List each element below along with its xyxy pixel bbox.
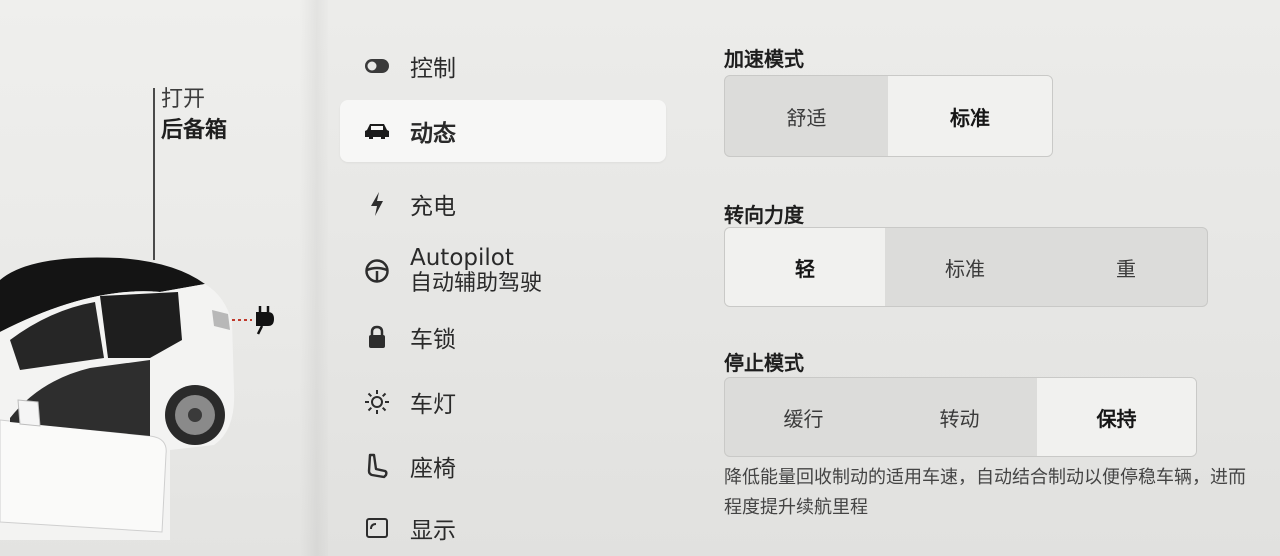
steering-option-heavy[interactable]: 重 (1045, 228, 1207, 306)
stopping-option-roll[interactable]: 转动 (882, 378, 1037, 456)
car-visualization-panel: 打开 后备箱 (0, 0, 328, 556)
nav-label-dynamics: 动态 (410, 121, 456, 147)
nav-item-autopilot[interactable]: Autopilot 自动辅助驾驶 (340, 240, 666, 302)
nav-label-autopilot: Autopilot 自动辅助驾驶 (410, 245, 543, 297)
toggle-icon (362, 51, 392, 81)
tesla-settings-screen: 打开 后备箱 控制 动态 充电 Autopilot 自动辅助驾驶 车锁 车灯 座… (0, 0, 1280, 556)
open-trunk-button[interactable]: 打开 后备箱 (161, 84, 227, 146)
acceleration-mode-title: 加速模式 (724, 47, 804, 71)
stopping-mode-selector: 缓行 转动 保持 (724, 377, 1197, 457)
steering-mode-selector: 轻 标准 重 (724, 227, 1208, 307)
nav-label-controls: 控制 (410, 56, 456, 82)
nav-label-display: 显示 (410, 518, 456, 544)
nav-label-seats: 座椅 (410, 456, 456, 482)
nav-item-display[interactable]: 显示 (340, 497, 666, 556)
dynamics-settings-panel: 加速模式 舒适 标准 转向力度 轻 标准 重 停止模式 缓行 转动 保持 降低能… (724, 0, 1280, 556)
car-icon (362, 116, 392, 146)
nav-label-autopilot-title: Autopilot (410, 245, 514, 271)
seat-icon (362, 451, 392, 481)
charge-port-icon[interactable] (230, 302, 280, 336)
bolt-icon (362, 189, 392, 219)
steering-mode-title: 转向力度 (724, 203, 804, 227)
stopping-description-line2: 程度提升续航里程 (724, 497, 868, 518)
sun-icon (362, 387, 392, 417)
stopping-option-hold[interactable]: 保持 (1037, 378, 1196, 456)
trunk-name-text: 后备箱 (161, 118, 228, 143)
acceleration-mode-selector: 舒适 标准 (724, 75, 1053, 157)
steering-option-standard[interactable]: 标准 (885, 228, 1045, 306)
nav-item-dynamics[interactable]: 动态 (340, 100, 666, 162)
panel-divider (300, 0, 328, 556)
trunk-open-text: 打开 (161, 87, 206, 112)
lock-icon (362, 322, 392, 352)
acceleration-option-comfort[interactable]: 舒适 (725, 76, 888, 156)
steering-wheel-icon (362, 256, 392, 286)
stopping-description-line1: 降低能量回收制动的适用车速，自动结合制动以便停稳车辆，进而 (724, 467, 1246, 488)
nav-item-lights[interactable]: 车灯 (340, 371, 666, 433)
steering-option-light[interactable]: 轻 (725, 228, 885, 306)
nav-item-controls[interactable]: 控制 (340, 35, 666, 97)
car-model-image[interactable] (0, 240, 240, 540)
stopping-mode-description: 降低能量回收制动的适用车速，自动结合制动以便停稳车辆，进而 程度提升续航里程 (724, 463, 1280, 523)
nav-label-autopilot-sub: 自动辅助驾驶 (410, 271, 543, 296)
nav-label-charging: 充电 (410, 194, 456, 220)
nav-item-locks[interactable]: 车锁 (340, 306, 666, 368)
stopping-option-creep[interactable]: 缓行 (725, 378, 882, 456)
acceleration-option-standard[interactable]: 标准 (888, 76, 1052, 156)
nav-label-lights: 车灯 (410, 392, 456, 418)
nav-item-seats[interactable]: 座椅 (340, 435, 666, 497)
stopping-mode-title: 停止模式 (724, 351, 804, 375)
nav-item-charging[interactable]: 充电 (340, 173, 666, 235)
nav-label-locks: 车锁 (410, 327, 456, 353)
trunk-callout-line (153, 88, 155, 260)
display-icon (362, 513, 392, 543)
